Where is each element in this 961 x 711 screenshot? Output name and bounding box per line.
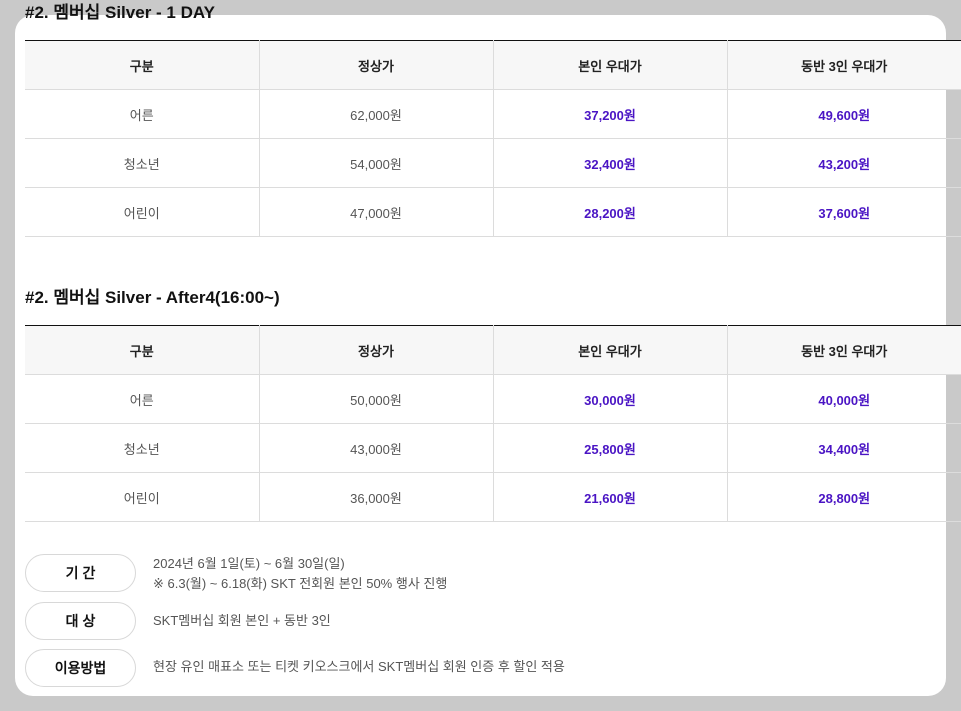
- cell-member-price: 25,800원: [493, 423, 728, 473]
- header-category: 구분: [25, 40, 260, 90]
- header-regular-price: 정상가: [259, 325, 494, 375]
- price-table-1day: 구분 정상가 본인 우대가 동반 3인 우대가 어른 62,000원 37,20…: [25, 40, 961, 237]
- cell-companion-price: 43,200원: [727, 138, 961, 188]
- cell-regular-price: 43,000원: [259, 423, 494, 473]
- header-companion-price: 동반 3인 우대가: [727, 325, 961, 375]
- header-member-price: 본인 우대가: [493, 325, 728, 375]
- cell-category: 어른: [25, 374, 260, 424]
- cell-regular-price: 47,000원: [259, 187, 494, 237]
- cell-member-price: 30,000원: [493, 374, 728, 424]
- cell-category: 청소년: [25, 138, 260, 188]
- section-title-after4: #2. 멤버십 Silver - After4(16:00~): [25, 288, 280, 307]
- price-table-after4: 구분 정상가 본인 우대가 동반 3인 우대가 어른 50,000원 30,00…: [25, 325, 961, 522]
- table-row: 어린이 36,000원 21,600원 28,800원: [25, 472, 961, 522]
- cell-companion-price: 28,800원: [727, 472, 961, 522]
- usage-label-badge: 이용방법: [25, 649, 136, 687]
- period-label-badge: 기 간: [25, 554, 136, 592]
- cell-regular-price: 54,000원: [259, 138, 494, 188]
- target-label-badge: 대 상: [25, 602, 136, 640]
- cell-companion-price: 34,400원: [727, 423, 961, 473]
- table-row: 어른 62,000원 37,200원 49,600원: [25, 89, 961, 139]
- cell-category: 어른: [25, 89, 260, 139]
- table-header-row: 구분 정상가 본인 우대가 동반 3인 우대가: [25, 325, 961, 375]
- cell-member-price: 28,200원: [493, 187, 728, 237]
- target-description: SKT멤버십 회원 본인 + 동반 3인: [153, 613, 331, 628]
- table-row: 어른 50,000원 30,000원 40,000원: [25, 374, 961, 424]
- cell-companion-price: 40,000원: [727, 374, 961, 424]
- header-companion-price: 동반 3인 우대가: [727, 40, 961, 90]
- cell-member-price: 37,200원: [493, 89, 728, 139]
- usage-text: 현장 유인 매표소 또는 티켓 키오스크에서 SKT멤버십 회원 인증 후 할인…: [153, 657, 565, 677]
- table-row: 청소년 54,000원 32,400원 43,200원: [25, 138, 961, 188]
- table-row: 어린이 47,000원 28,200원 37,600원: [25, 187, 961, 237]
- target-text: SKT멤버십 회원 본인 + 동반 3인: [153, 611, 331, 631]
- cell-companion-price: 37,600원: [727, 187, 961, 237]
- header-category: 구분: [25, 325, 260, 375]
- period-text: 2024년 6월 1일(토) ~ 6월 30일(일) ※ 6.3(월) ~ 6.…: [153, 554, 447, 594]
- table-header-row: 구분 정상가 본인 우대가 동반 3인 우대가: [25, 40, 961, 90]
- cell-category: 어린이: [25, 187, 260, 237]
- period-note: ※ 6.3(월) ~ 6.18(화) SKT 전회원 본인 50% 행사 진행: [153, 576, 448, 591]
- header-regular-price: 정상가: [259, 40, 494, 90]
- cell-member-price: 32,400원: [493, 138, 728, 188]
- table-row: 청소년 43,000원 25,800원 34,400원: [25, 423, 961, 473]
- cell-regular-price: 62,000원: [259, 89, 494, 139]
- cell-regular-price: 50,000원: [259, 374, 494, 424]
- cell-category: 어린이: [25, 472, 260, 522]
- cell-category: 청소년: [25, 423, 260, 473]
- period-dates: 2024년 6월 1일(토) ~ 6월 30일(일): [153, 556, 345, 571]
- usage-description: 현장 유인 매표소 또는 티켓 키오스크에서 SKT멤버십 회원 인증 후 할인…: [153, 659, 565, 674]
- cell-companion-price: 49,600원: [727, 89, 961, 139]
- header-member-price: 본인 우대가: [493, 40, 728, 90]
- section-title-1day: #2. 멤버십 Silver - 1 DAY: [25, 3, 215, 22]
- cell-member-price: 21,600원: [493, 472, 728, 522]
- cell-regular-price: 36,000원: [259, 472, 494, 522]
